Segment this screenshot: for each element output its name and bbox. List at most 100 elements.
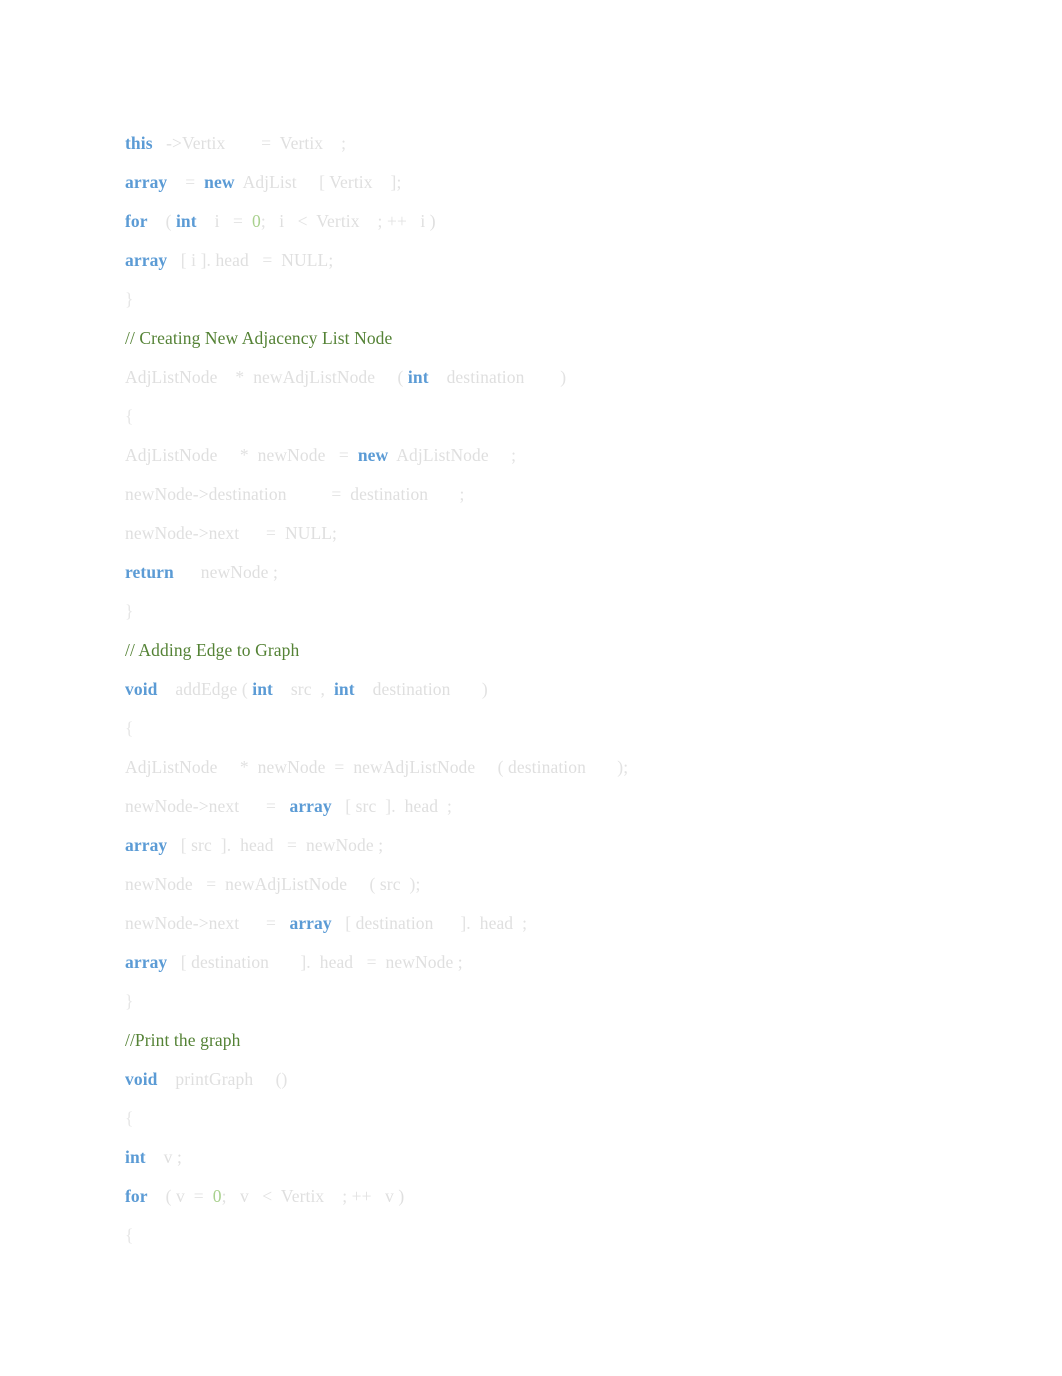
code-token-kw: int [252,679,273,699]
code-comment-line: // Adding Edge to Graph [125,631,1005,670]
code-token-punct [586,757,617,777]
code-token-punct [158,1069,176,1089]
code-token-punct [249,445,258,465]
code-token-punct: = [266,523,277,543]
code-token-punct [185,1186,194,1206]
code-token-punct: ; [438,796,452,816]
code-token-brace: { [125,1108,134,1128]
code-line: newNode->next = NULL; [125,514,1005,553]
code-token-id: NULL; [284,523,338,543]
code-token-punct: = [266,796,277,816]
code-token-punct: [ [345,796,356,816]
code-token-kw: void [125,679,158,699]
code-token-punct: = [233,211,243,231]
code-token-punct [429,367,447,387]
code-token-punct [249,1186,262,1206]
code-token-punct [276,913,289,933]
code-token-punct [274,835,287,855]
code-token-comment: // Creating New Adjacency List Node [125,328,393,348]
code-token-punct [297,172,319,192]
code-comment-line: //Print the graph [125,1021,1005,1060]
code-token-id: destination [372,679,451,699]
code-token-kw: for [125,1186,148,1206]
code-token-kw: int [407,367,429,387]
code-token-punct [217,757,239,777]
code-token-punct [271,133,280,153]
code-token-brace: } [125,289,134,309]
code-token-punct: ( [397,367,408,387]
code-token-id: newNode->next [125,913,240,933]
code-token-id: ->Vertix [166,133,226,153]
code-comment-line: // Creating New Adjacency List Node [125,319,1005,358]
code-token-punct: ]; [390,172,402,192]
code-token-punct [244,367,253,387]
code-token-punct [158,679,176,699]
code-line: array [ i ]. head = NULL; [125,241,1005,280]
code-token-id: newAdjListNode [253,367,376,387]
code-token-num: 0 [251,211,261,231]
code-token-punct: ; [341,133,347,153]
code-line: AdjListNode * newAdjListNode ( int desti… [125,358,1005,397]
code-token-punct: [ [345,913,356,933]
code-token-id: v ; [163,1147,182,1167]
code-token-punct: ); [400,874,421,894]
code-token-comment: //Print the graph [125,1030,241,1050]
code-token-punct: = [266,913,277,933]
code-token-punct: < [297,211,308,231]
code-token-punct: ( [165,211,176,231]
code-token-punct: ; [513,913,528,933]
code-token-kw: array [125,952,168,972]
code-token-punct [276,796,289,816]
code-token-id: newAdjListNode [353,757,476,777]
code-token-id: newNode ; [305,835,384,855]
code-token-punct: ) [481,679,488,699]
code-token-punct [249,757,258,777]
code-token-punct: () [275,1069,288,1089]
code-token-punct [216,874,225,894]
code-token-punct [344,757,353,777]
code-token-punct: = [287,835,298,855]
code-token-punct [204,1186,213,1206]
code-token-id: AdjList [242,172,297,192]
code-token-punct [451,679,482,699]
code-token-punct [253,1069,275,1089]
code-token-id: Vertix [280,1186,325,1206]
code-token-punct: , [311,679,334,699]
code-token-punct: ); [617,757,629,777]
code-token-id: AdjListNode [125,757,218,777]
code-token-kw: array [125,835,168,855]
code-token-punct [377,952,386,972]
code-token-id: head [315,952,354,972]
code-token-punct [239,796,266,816]
code-token-punct [287,484,332,504]
code-token-punct: ]. [269,952,316,972]
code-token-punct [325,445,338,465]
code-token-punct [148,211,166,231]
code-token-punct [217,367,235,387]
code-token-id: src [355,796,377,816]
code-token-punct [148,1186,166,1206]
code-token-punct [153,133,166,153]
code-token-punct: = [261,133,272,153]
code-token-punct: < [262,1186,273,1206]
code-token-id: newNode [257,757,326,777]
code-token-id: Vertix [279,133,324,153]
code-token-kw: for [125,211,148,231]
code-token-id: newNode->next [125,523,240,543]
code-token-punct [332,913,345,933]
code-token-punct: = [331,484,342,504]
code-token-punct [297,835,306,855]
code-token-punct [174,562,201,582]
code-token-punct [266,211,279,231]
code-token-id: addEdge [175,679,238,699]
code-token-punct [428,484,459,504]
code-token-punct [220,211,233,231]
code-token-punct [324,1186,342,1206]
code-token-punct: ; [511,445,517,465]
code-token-id: newNode [257,445,326,465]
code-token-num: 0 [212,1186,222,1206]
code-token-id: Vertix [316,211,360,231]
code-token-kw: new [204,172,235,192]
code-token-punct [372,1186,385,1206]
code-token-punct: ]. [211,835,236,855]
